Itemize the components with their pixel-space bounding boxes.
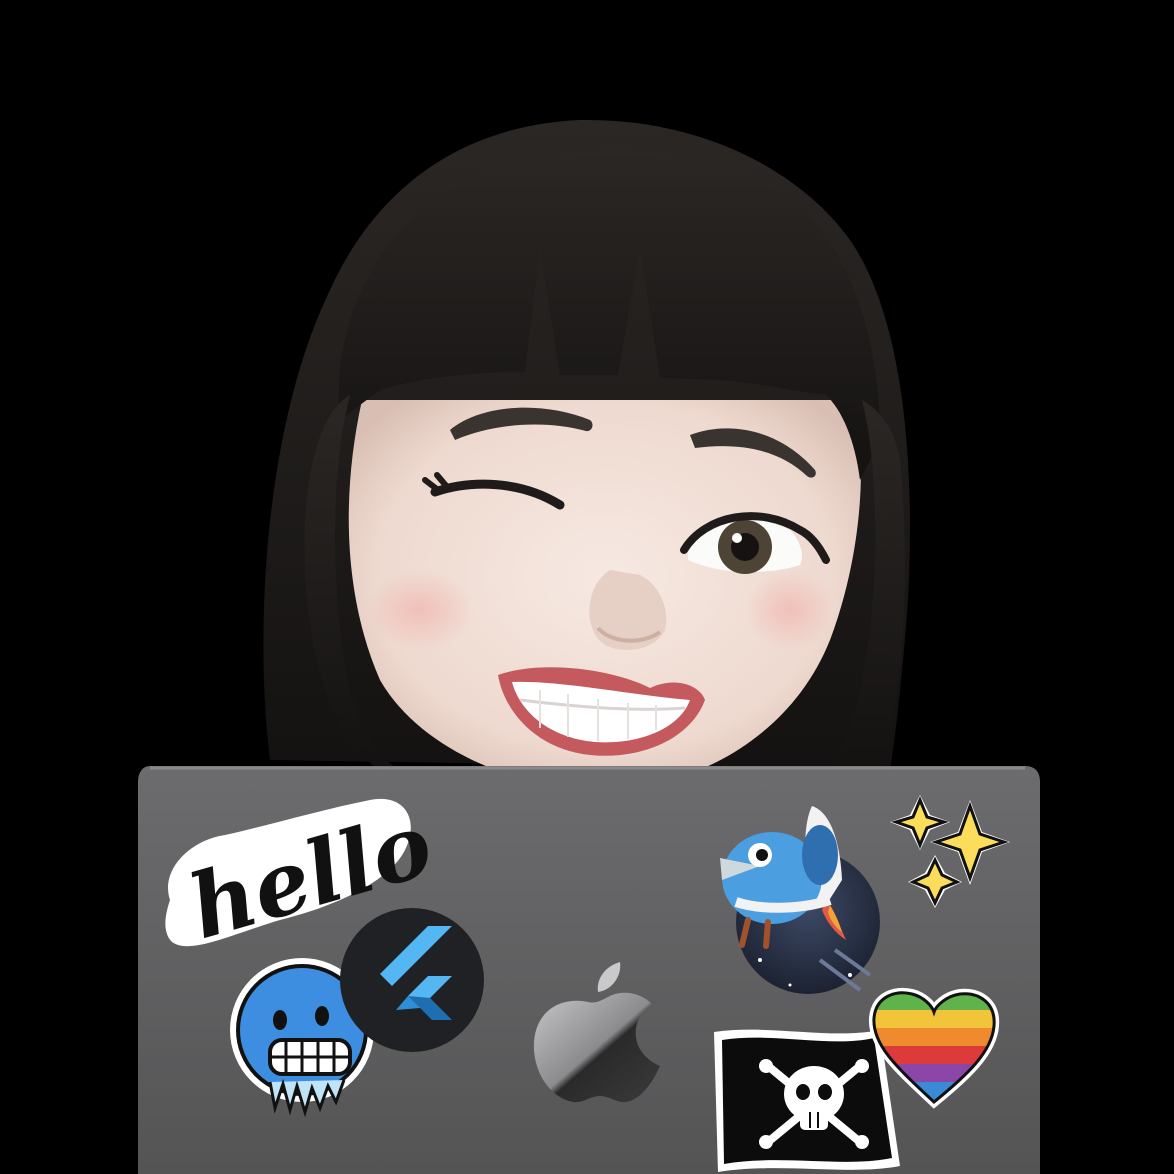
blush-left	[365, 570, 475, 650]
flutter-logo-icon	[340, 908, 484, 1052]
memoji-scene: hello	[0, 0, 1174, 1174]
blush-right	[745, 570, 835, 650]
pirate-flag-icon	[714, 1029, 900, 1172]
